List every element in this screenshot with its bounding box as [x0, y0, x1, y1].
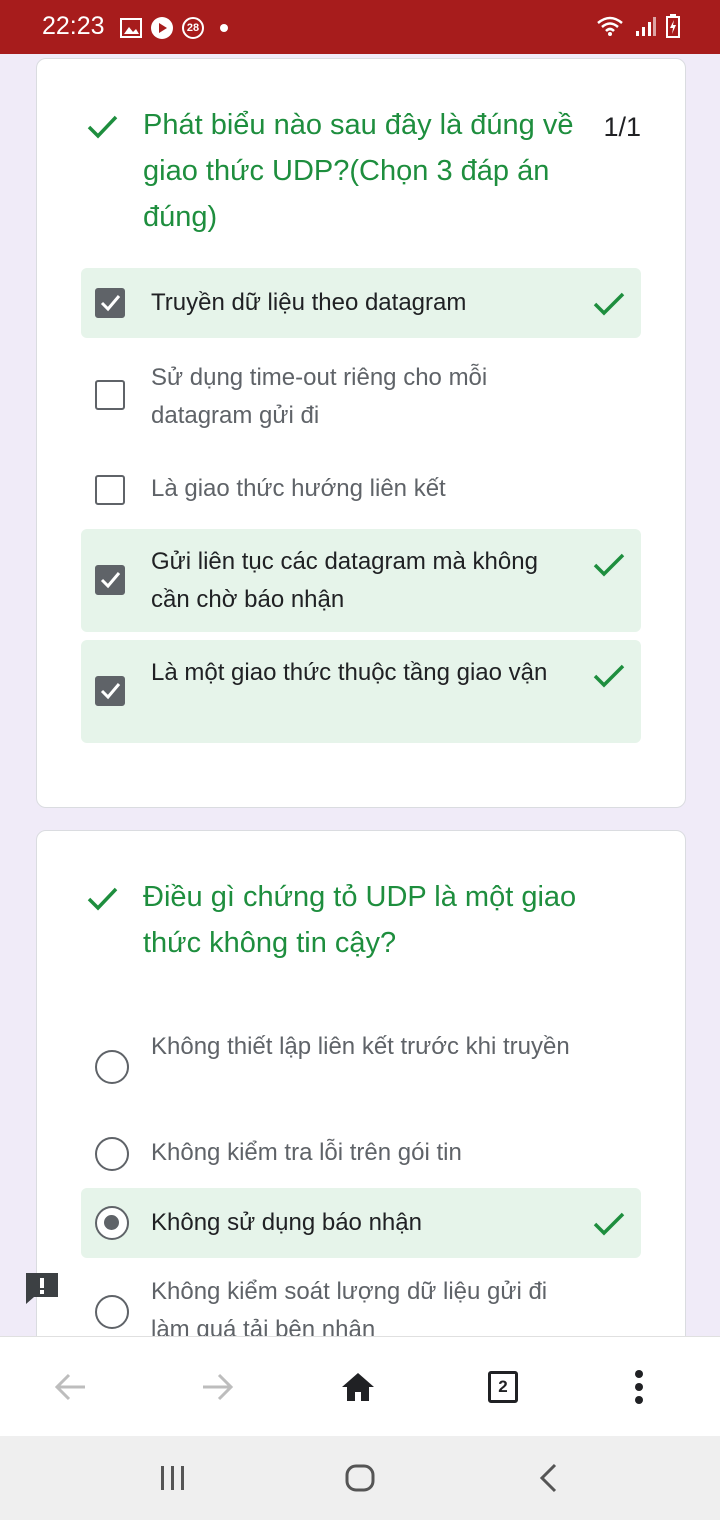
signal-icon [636, 17, 656, 36]
option-5[interactable]: Là một giao thức thuộc tầng giao vận [81, 640, 641, 743]
recent-apps-button[interactable] [153, 1458, 193, 1498]
checkbox-unchecked[interactable] [95, 475, 125, 505]
check-icon [87, 115, 118, 139]
recent-apps-icon [161, 1466, 184, 1490]
checkbox-checked[interactable] [95, 676, 125, 706]
status-bar: 22:23 28 [0, 0, 720, 54]
home-button[interactable] [336, 1365, 380, 1409]
checkbox-check-icon [100, 683, 121, 700]
check-icon [593, 1212, 625, 1236]
tab-count: 2 [488, 1371, 518, 1403]
battery-icon [666, 14, 680, 38]
system-back-button[interactable] [528, 1458, 568, 1498]
back-button[interactable] [48, 1365, 92, 1409]
browser-toolbar: 2 [0, 1336, 720, 1437]
check-icon [593, 553, 625, 577]
question-score: 1/1 [603, 112, 641, 142]
radio-unselected[interactable] [95, 1295, 129, 1329]
option-4[interactable]: Gửi liên tục các datagram mà không cần c… [81, 529, 641, 632]
option-3[interactable]: Không sử dụng báo nhận [81, 1188, 641, 1258]
arrow-right-icon [203, 1373, 234, 1401]
option-label: Không kiểm tra lỗi trên gói tin [151, 1139, 462, 1166]
option-label: Là một giao thức thuộc tầng giao vận [151, 659, 548, 686]
check-icon [593, 292, 625, 316]
notification-count-badge: 28 [182, 17, 204, 39]
system-icons [596, 14, 680, 38]
option-label: Gửi liên tục các datagram mà không cần c… [151, 548, 538, 613]
option-label: Là giao thức hướng liên kết [151, 475, 446, 502]
home-outline-icon [345, 1464, 375, 1492]
radio-unselected[interactable] [95, 1137, 129, 1171]
option-2[interactable]: Không kiểm tra lỗi trên gói tin [81, 1128, 641, 1180]
radio-unselected[interactable] [95, 1050, 129, 1084]
checkbox-unchecked[interactable] [95, 380, 125, 410]
status-time: 22:23 [42, 12, 105, 40]
check-icon [87, 887, 118, 911]
option-label: Truyền dữ liệu theo datagram [151, 289, 467, 316]
question-card-2: Điều gì chứng tỏ UDP là một giao thức kh… [36, 830, 686, 1352]
system-home-button[interactable] [340, 1458, 380, 1498]
feedback-icon[interactable] [24, 1271, 60, 1305]
question-card-1: Phát biểu nào sau đây là đúng về giao th… [36, 58, 686, 808]
arrow-left-icon [54, 1373, 85, 1401]
menu-button[interactable] [617, 1365, 661, 1409]
option-label: Sử dụng time-out riêng cho mỗi datagram … [151, 364, 488, 429]
option-1[interactable]: Truyền dữ liệu theo datagram [81, 268, 641, 338]
checkbox-check-icon [100, 295, 121, 312]
radio-selected[interactable] [95, 1206, 129, 1240]
option-3[interactable]: Là giao thức hướng liên kết [81, 461, 641, 521]
checkbox-checked[interactable] [95, 565, 125, 595]
wifi-icon [597, 16, 623, 36]
checkbox-checked[interactable] [95, 288, 125, 318]
gallery-icon [120, 18, 142, 38]
check-icon [593, 664, 625, 688]
option-label: Không thiết lập liên kết trước khi truyề… [151, 1033, 570, 1060]
tabs-button[interactable]: 2 [481, 1365, 525, 1409]
system-nav-bar [0, 1436, 720, 1520]
question-title: Điều gì chứng tỏ UDP là một giao thức kh… [143, 881, 577, 959]
forward-button[interactable] [196, 1365, 240, 1409]
checkbox-check-icon [100, 572, 121, 589]
notification-icons: 28 [120, 14, 228, 42]
more-notifications-dot [220, 24, 228, 32]
option-label: Không sử dụng báo nhận [151, 1209, 422, 1236]
option-1[interactable]: Không thiết lập liên kết trước khi truyề… [81, 1026, 641, 1114]
play-icon [151, 17, 173, 39]
question-title: Phát biểu nào sau đây là đúng về giao th… [143, 109, 574, 233]
more-vert-icon [635, 1370, 643, 1404]
chevron-left-icon [539, 1463, 557, 1493]
option-2[interactable]: Sử dụng time-out riêng cho mỗi datagram … [81, 354, 641, 440]
home-icon [342, 1373, 374, 1401]
